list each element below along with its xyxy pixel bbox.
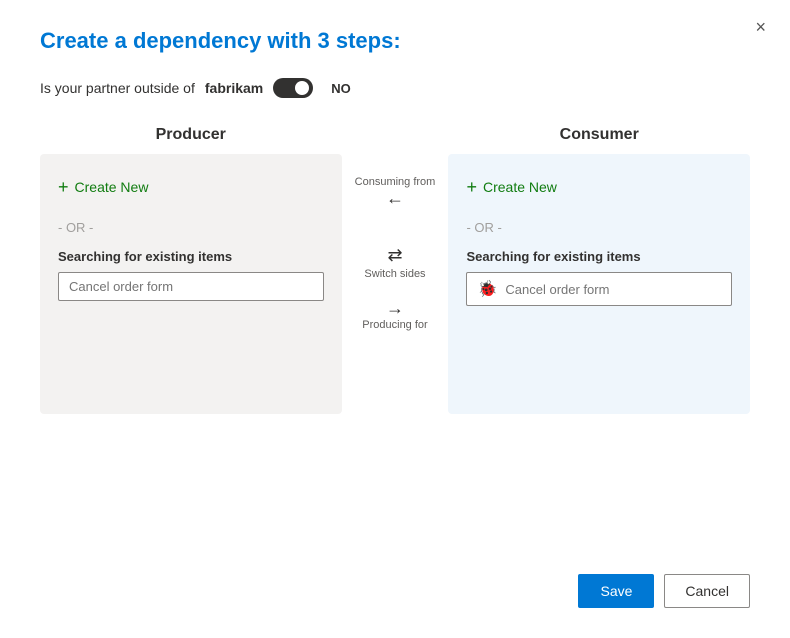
- consuming-from-label: Consuming from: [355, 176, 436, 188]
- bug-icon: 🐞: [477, 279, 497, 299]
- save-button[interactable]: Save: [578, 574, 654, 608]
- toggle-state-label: NO: [331, 81, 351, 96]
- consumer-or-divider: - OR -: [466, 220, 732, 235]
- close-icon: ×: [755, 17, 766, 37]
- consumer-search-input[interactable]: [505, 282, 721, 297]
- consuming-from-section: Consuming from ←: [355, 176, 436, 209]
- dialog: × Create a dependency with 3 steps: Is y…: [0, 0, 790, 638]
- switch-sides-label: Switch sides: [364, 268, 425, 280]
- producing-for-label: Producing for: [362, 319, 427, 331]
- close-button[interactable]: ×: [749, 14, 772, 40]
- cancel-button[interactable]: Cancel: [664, 574, 750, 608]
- partner-label: Is your partner outside of: [40, 80, 195, 96]
- producer-search-input[interactable]: [69, 279, 313, 294]
- consumer-column: Consumer + Create New - OR - Searching f…: [448, 126, 750, 414]
- producer-title: Producer: [156, 126, 226, 144]
- producing-for-arrow: →: [386, 298, 404, 319]
- consumer-search-label: Searching for existing items: [466, 249, 732, 264]
- producer-search-wrapper: [58, 272, 324, 301]
- consumer-create-new-label: Create New: [483, 179, 557, 195]
- dialog-title: Create a dependency with 3 steps:: [40, 28, 750, 54]
- producer-search-label: Searching for existing items: [58, 249, 324, 264]
- toggle-knob: [295, 81, 309, 95]
- partner-row: Is your partner outside of fabrikam NO: [40, 78, 750, 98]
- consumer-plus-icon: +: [466, 178, 477, 196]
- switch-sides-icon: ⇄: [387, 245, 402, 266]
- producer-create-new-button[interactable]: + Create New: [58, 174, 324, 200]
- consumer-create-new-button[interactable]: + Create New: [466, 174, 732, 200]
- footer: Save Cancel: [40, 564, 750, 608]
- producer-plus-icon: +: [58, 178, 69, 196]
- consumer-title: Consumer: [560, 126, 639, 144]
- producer-or-divider: - OR -: [58, 220, 324, 235]
- producer-card: + Create New - OR - Searching for existi…: [40, 154, 342, 414]
- arrows-column: Consuming from ← ⇄ Switch sides → Produc…: [342, 126, 449, 349]
- consumer-card: + Create New - OR - Searching for existi…: [448, 154, 750, 414]
- company-name: fabrikam: [205, 80, 263, 96]
- outside-partner-toggle[interactable]: [273, 78, 313, 98]
- producer-column: Producer + Create New - OR - Searching f…: [40, 126, 342, 414]
- consumer-search-wrapper: 🐞: [466, 272, 732, 306]
- producing-for-section: → Producing for: [362, 298, 427, 331]
- switch-sides-section[interactable]: ⇄ Switch sides: [364, 245, 425, 280]
- main-content: Producer + Create New - OR - Searching f…: [40, 126, 750, 544]
- consuming-from-arrow: ←: [386, 188, 404, 209]
- producer-create-new-label: Create New: [75, 179, 149, 195]
